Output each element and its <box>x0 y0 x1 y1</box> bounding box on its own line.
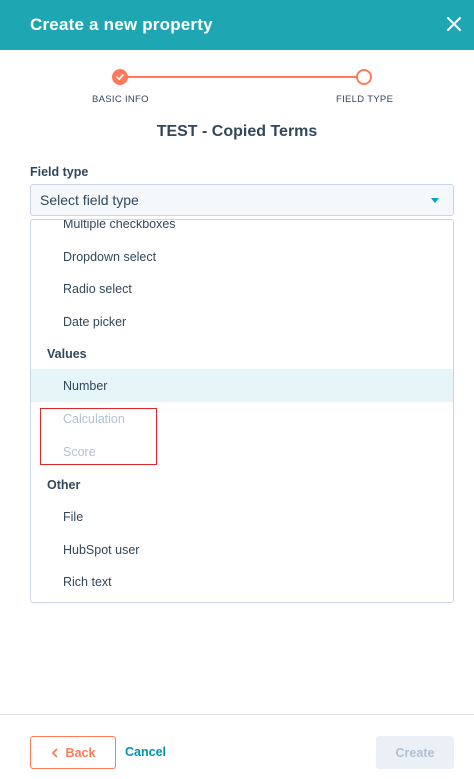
progress-stepper: BASIC INFO FIELD TYPE <box>0 60 474 110</box>
close-button[interactable] <box>440 10 468 38</box>
modal-title: Create a new property <box>30 15 213 34</box>
step-label-field-type: FIELD TYPE <box>336 94 394 105</box>
caret-down-icon <box>431 198 439 203</box>
page-title: TEST - Copied Terms <box>156 123 318 140</box>
close-icon <box>447 17 461 31</box>
option-multiple-checkboxes[interactable]: Multiple checkboxes <box>31 220 453 240</box>
option-dropdown-select[interactable]: Dropdown select <box>31 240 453 273</box>
field-type-select[interactable]: Select field type <box>30 184 454 216</box>
option-radio-select[interactable]: Radio select <box>31 272 453 305</box>
stepper-line <box>125 76 360 78</box>
create-label: Create <box>395 745 435 760</box>
back-button[interactable]: Back <box>30 736 116 769</box>
modal-header: Create a new property <box>0 0 474 50</box>
select-value: Select field type <box>40 192 139 208</box>
field-type-label: Field type <box>30 165 89 179</box>
option-rich-text[interactable]: Rich text <box>31 565 453 598</box>
back-label: Back <box>65 745 96 760</box>
option-number[interactable]: Number <box>31 369 453 402</box>
option-hubspot-user[interactable]: HubSpot user <box>31 533 453 566</box>
step-label-basic-info: BASIC INFO <box>92 94 149 105</box>
cancel-button[interactable]: Cancel <box>125 745 166 759</box>
option-file[interactable]: File <box>31 500 453 533</box>
group-header-other: Other <box>47 478 81 492</box>
modal-footer: Back Cancel Create <box>0 714 474 779</box>
annotation-highlight-box <box>40 408 157 465</box>
checkmark-icon <box>116 74 124 81</box>
chevron-left-icon <box>51 748 57 757</box>
step-complete-dot <box>112 69 128 85</box>
step-current-dot <box>356 69 372 85</box>
group-header-values: Values <box>47 347 87 361</box>
option-date-picker[interactable]: Date picker <box>31 305 453 338</box>
create-button[interactable]: Create <box>376 736 454 769</box>
